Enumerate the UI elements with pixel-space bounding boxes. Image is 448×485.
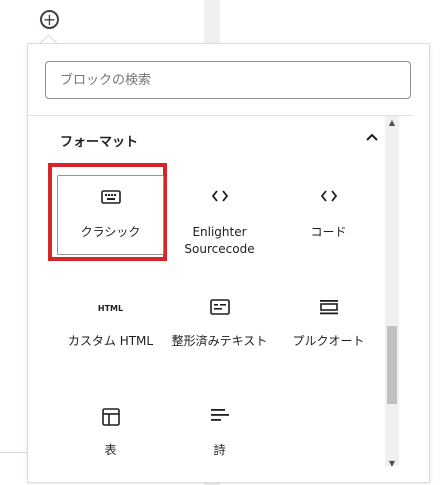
- preformatted-icon: [166, 299, 273, 319]
- scroll-up-arrow-icon[interactable]: ▲: [386, 117, 398, 127]
- verse-icon: [166, 408, 273, 428]
- block-inserter-popover: フォーマット クラシック Enlighter Sourcecode: [27, 43, 430, 483]
- code-icon: [166, 190, 273, 210]
- formatting-panel-title[interactable]: フォーマット: [60, 131, 138, 150]
- section-divider: [28, 115, 412, 116]
- table-icon: [57, 408, 164, 428]
- inserter-scrollbar-thumb[interactable]: [387, 326, 397, 404]
- block-item-enlighter-sourcecode[interactable]: Enlighter Sourcecode: [166, 190, 273, 258]
- block-item-classic[interactable]: クラシック: [57, 190, 164, 241]
- keyboard-icon: [57, 190, 164, 210]
- block-item-verse[interactable]: 詩: [166, 408, 273, 459]
- block-item-table[interactable]: 表: [57, 408, 164, 459]
- pullquote-icon: [275, 299, 382, 319]
- block-label: Enlighter Sourcecode: [184, 225, 255, 256]
- chevron-up-icon[interactable]: [365, 130, 379, 144]
- block-label: 詩: [213, 443, 226, 457]
- block-item-pullquote[interactable]: プルクオート: [275, 299, 382, 350]
- block-search-input[interactable]: [45, 61, 411, 99]
- block-label: 整形済みテキスト: [171, 334, 268, 348]
- code-icon: [275, 190, 382, 210]
- html-icon: HTML: [97, 304, 124, 313]
- block-label: 表: [104, 443, 117, 457]
- scroll-down-arrow-icon[interactable]: ▼: [386, 458, 398, 468]
- block-label: コード: [310, 225, 347, 239]
- block-label: プルクオート: [292, 334, 365, 348]
- block-item-custom-html[interactable]: HTML カスタム HTML: [57, 299, 164, 350]
- inserter-scrollbar-track[interactable]: [385, 116, 399, 466]
- editor-divider: [0, 452, 28, 453]
- block-item-preformatted[interactable]: 整形済みテキスト: [166, 299, 273, 350]
- block-item-code[interactable]: コード: [275, 190, 382, 241]
- block-label: クラシック: [80, 225, 141, 239]
- plus-icon: +: [42, 9, 57, 29]
- add-block-button[interactable]: +: [40, 10, 59, 29]
- block-label: カスタム HTML: [67, 334, 154, 348]
